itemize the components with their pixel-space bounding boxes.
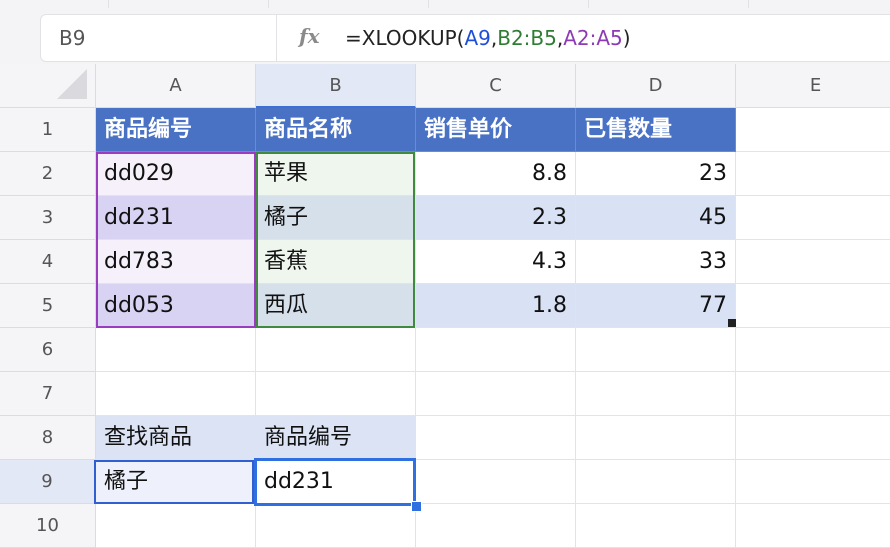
formula-arg-lookup-value: A9 <box>464 26 491 50</box>
cell-e1[interactable] <box>736 108 890 152</box>
cell-d7[interactable] <box>576 372 736 416</box>
cell-a7[interactable] <box>96 372 256 416</box>
cell-b9[interactable]: dd231 <box>256 460 416 504</box>
cell-c3[interactable]: 2.3 <box>416 196 576 240</box>
cell-c1[interactable]: 销售单价 <box>416 108 576 152</box>
select-all-corner[interactable] <box>0 64 96 108</box>
cell-d9[interactable] <box>576 460 736 504</box>
column-header-a[interactable]: A <box>96 64 256 108</box>
cell-c9[interactable] <box>416 460 576 504</box>
cell-b2[interactable]: 苹果 <box>256 152 416 196</box>
row-header-6[interactable]: 6 <box>0 328 96 372</box>
cell-c6[interactable] <box>416 328 576 372</box>
cell-a1[interactable]: 商品编号 <box>96 108 256 152</box>
cell-e6[interactable] <box>736 328 890 372</box>
formula-arg-lookup-array: B2:B5 <box>497 26 557 50</box>
cell-a4[interactable]: dd783 <box>96 240 256 284</box>
row-header-9[interactable]: 9 <box>0 460 96 504</box>
row-header-1[interactable]: 1 <box>0 108 96 152</box>
cell-a10[interactable] <box>96 504 256 548</box>
cell-d2[interactable]: 23 <box>576 152 736 196</box>
cell-b8[interactable]: 商品编号 <box>256 416 416 460</box>
formula-arg-return-array: A2:A5 <box>563 26 623 50</box>
cell-d6[interactable] <box>576 328 736 372</box>
cell-e10[interactable] <box>736 504 890 548</box>
cell-b10[interactable] <box>256 504 416 548</box>
row-header-5[interactable]: 5 <box>0 284 96 328</box>
cell-c2[interactable]: 8.8 <box>416 152 576 196</box>
cell-a9[interactable]: 橘子 <box>96 460 256 504</box>
cell-c10[interactable] <box>416 504 576 548</box>
cell-a8[interactable]: 查找商品 <box>96 416 256 460</box>
cell-e5[interactable] <box>736 284 890 328</box>
column-header-d[interactable]: D <box>576 64 736 108</box>
cell-b5[interactable]: 西瓜 <box>256 284 416 328</box>
cell-e3[interactable] <box>736 196 890 240</box>
cell-c5[interactable]: 1.8 <box>416 284 576 328</box>
table-resize-handle[interactable] <box>728 319 736 327</box>
cell-a2[interactable]: dd029 <box>96 152 256 196</box>
row-header-2[interactable]: 2 <box>0 152 96 196</box>
column-header-b[interactable]: B <box>256 64 416 108</box>
cell-a6[interactable] <box>96 328 256 372</box>
row-header-8[interactable]: 8 <box>0 416 96 460</box>
select-all-icon <box>57 69 87 99</box>
formula-input[interactable]: fx =XLOOKUP(A9,B2:B5,A2:A5) <box>276 14 890 62</box>
row-header-7[interactable]: 7 <box>0 372 96 416</box>
cell-c4[interactable]: 4.3 <box>416 240 576 284</box>
cell-d1[interactable]: 已售数量 <box>576 108 736 152</box>
fx-icon[interactable]: fx <box>299 24 320 48</box>
formula-bar: B9 fx =XLOOKUP(A9,B2:B5,A2:A5) <box>0 0 890 64</box>
formula-prefix: =XLOOKUP( <box>345 26 465 50</box>
column-header-e[interactable]: E <box>736 64 890 108</box>
column-header-c[interactable]: C <box>416 64 576 108</box>
formula-suffix: ) <box>622 26 631 50</box>
cell-a3[interactable]: dd231 <box>96 196 256 240</box>
cell-e7[interactable] <box>736 372 890 416</box>
cell-b6[interactable] <box>256 328 416 372</box>
cell-d10[interactable] <box>576 504 736 548</box>
fill-handle[interactable] <box>411 501 422 512</box>
cell-c8[interactable] <box>416 416 576 460</box>
spreadsheet-grid[interactable]: A B C D E 1 2 3 4 5 6 7 8 9 10 商品编号 商品名称… <box>0 64 890 548</box>
cell-c7[interactable] <box>416 372 576 416</box>
cell-b7[interactable] <box>256 372 416 416</box>
row-header-10[interactable]: 10 <box>0 504 96 548</box>
row-header-4[interactable]: 4 <box>0 240 96 284</box>
row-header-3[interactable]: 3 <box>0 196 96 240</box>
cell-b3[interactable]: 橘子 <box>256 196 416 240</box>
cell-d8[interactable] <box>576 416 736 460</box>
cell-e2[interactable] <box>736 152 890 196</box>
cell-d5[interactable]: 77 <box>576 284 736 328</box>
cell-b1[interactable]: 商品名称 <box>256 108 416 152</box>
cell-e4[interactable] <box>736 240 890 284</box>
cell-d3[interactable]: 45 <box>576 196 736 240</box>
cell-e9[interactable] <box>736 460 890 504</box>
cell-a5[interactable]: dd053 <box>96 284 256 328</box>
toolbar-strip <box>0 0 890 8</box>
name-box[interactable]: B9 <box>40 14 276 62</box>
cell-b4[interactable]: 香蕉 <box>256 240 416 284</box>
cell-e8[interactable] <box>736 416 890 460</box>
formula-text: =XLOOKUP(A9,B2:B5,A2:A5) <box>345 26 631 50</box>
cell-d4[interactable]: 33 <box>576 240 736 284</box>
